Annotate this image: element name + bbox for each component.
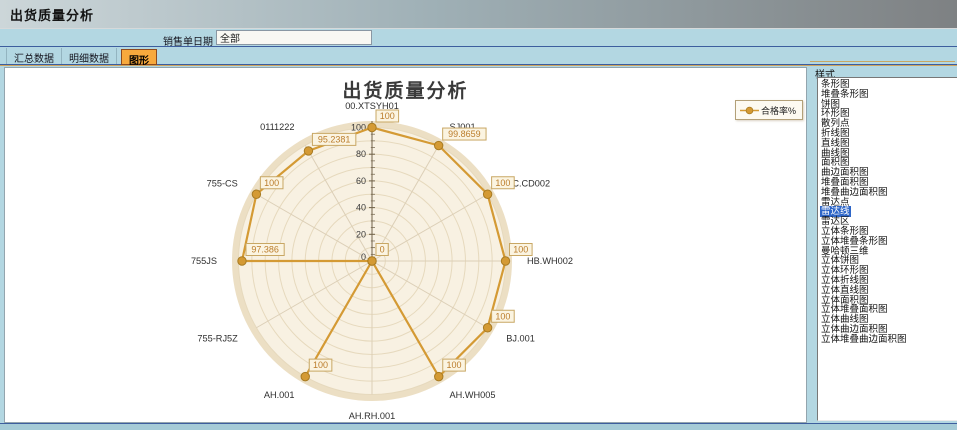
- window-titlebar: 出货质量分析: [0, 0, 957, 29]
- data-point[interactable]: [368, 257, 376, 265]
- tab-0[interactable]: 汇总数据: [6, 48, 62, 64]
- style-panel: 样式 条形图堆叠条形图饼图环形图散列点折线图直线图曲线图面积图曲边面积图堆叠面积…: [810, 61, 955, 424]
- axis-tick-label: 60: [356, 176, 366, 186]
- category-label: 755-CS: [207, 179, 238, 189]
- value-label: 100: [260, 177, 283, 189]
- data-point[interactable]: [483, 190, 491, 198]
- value-label: 95.2381: [312, 133, 355, 145]
- chart-panel: 02040608010000.XTSYH01SJ001SC.CD002HB.WH…: [4, 67, 807, 423]
- style-listbox[interactable]: 条形图堆叠条形图饼图环形图散列点折线图直线图曲线图面积图曲边面积图堆叠面积图堆叠…: [817, 77, 957, 421]
- legend-series-label: 合格率%: [761, 104, 796, 117]
- value-label: 100: [376, 110, 399, 122]
- svg-text:100: 100: [447, 360, 462, 370]
- tab-1[interactable]: 明细数据: [62, 48, 117, 64]
- svg-text:100: 100: [495, 178, 510, 188]
- category-label: AH.WH005: [450, 390, 496, 400]
- sales-date-input[interactable]: [216, 30, 372, 45]
- chart-title: 出货质量分析: [5, 76, 806, 103]
- value-label: 97.386: [246, 244, 284, 256]
- value-label: 0: [376, 244, 388, 256]
- value-label: 100: [492, 177, 515, 189]
- category-label: HB.WH002: [527, 256, 573, 266]
- data-point[interactable]: [434, 141, 442, 149]
- data-point[interactable]: [368, 123, 376, 131]
- category-label: AH.RH.001: [349, 411, 395, 421]
- svg-text:97.386: 97.386: [251, 245, 279, 255]
- data-point[interactable]: [435, 372, 443, 380]
- svg-text:95.2381: 95.2381: [318, 134, 351, 144]
- axis-tick-label: 40: [356, 203, 366, 213]
- chart-legend: 合格率%: [735, 100, 803, 120]
- app-window: { "window": { "title": "出货质量分析" }, "filt…: [0, 0, 957, 430]
- svg-text:100: 100: [313, 360, 328, 370]
- data-point[interactable]: [301, 372, 309, 380]
- svg-text:100: 100: [513, 245, 528, 255]
- value-label: 100: [443, 359, 466, 371]
- data-point[interactable]: [483, 324, 491, 332]
- svg-text:100: 100: [380, 111, 395, 121]
- svg-text:100: 100: [264, 178, 279, 188]
- axis-tick-label: 80: [356, 149, 366, 159]
- style-list-item[interactable]: 立体堆叠曲边面积图: [820, 335, 957, 345]
- data-point[interactable]: [501, 257, 509, 265]
- data-point[interactable]: [238, 257, 246, 265]
- radar-chart: 02040608010000.XTSYH01SJ001SC.CD002HB.WH…: [5, 68, 806, 427]
- svg-text:0: 0: [380, 245, 385, 255]
- category-label: BJ.001: [506, 334, 535, 344]
- legend-dot-line-icon: [740, 106, 759, 115]
- status-bar: [0, 423, 957, 430]
- category-label: 755-RJ5Z: [197, 334, 238, 344]
- data-point[interactable]: [252, 190, 260, 198]
- window-title: 出货质量分析: [0, 5, 94, 24]
- value-label: 100: [510, 244, 533, 256]
- value-label: 100: [492, 310, 515, 322]
- value-label: 100: [309, 359, 332, 371]
- data-point[interactable]: [304, 147, 312, 155]
- axis-tick-label: 20: [356, 229, 366, 239]
- svg-text:99.8659: 99.8659: [448, 129, 481, 139]
- svg-text:100: 100: [495, 311, 510, 321]
- category-label: 0111222: [260, 122, 294, 132]
- filter-toolbar: 销售单日期: [0, 30, 957, 47]
- value-label: 99.8659: [443, 128, 486, 140]
- sales-date-label: 销售单日期: [155, 33, 213, 48]
- category-label: AH.001: [264, 390, 295, 400]
- tab-2[interactable]: 图形: [121, 49, 157, 65]
- category-label: 755JS: [191, 256, 217, 266]
